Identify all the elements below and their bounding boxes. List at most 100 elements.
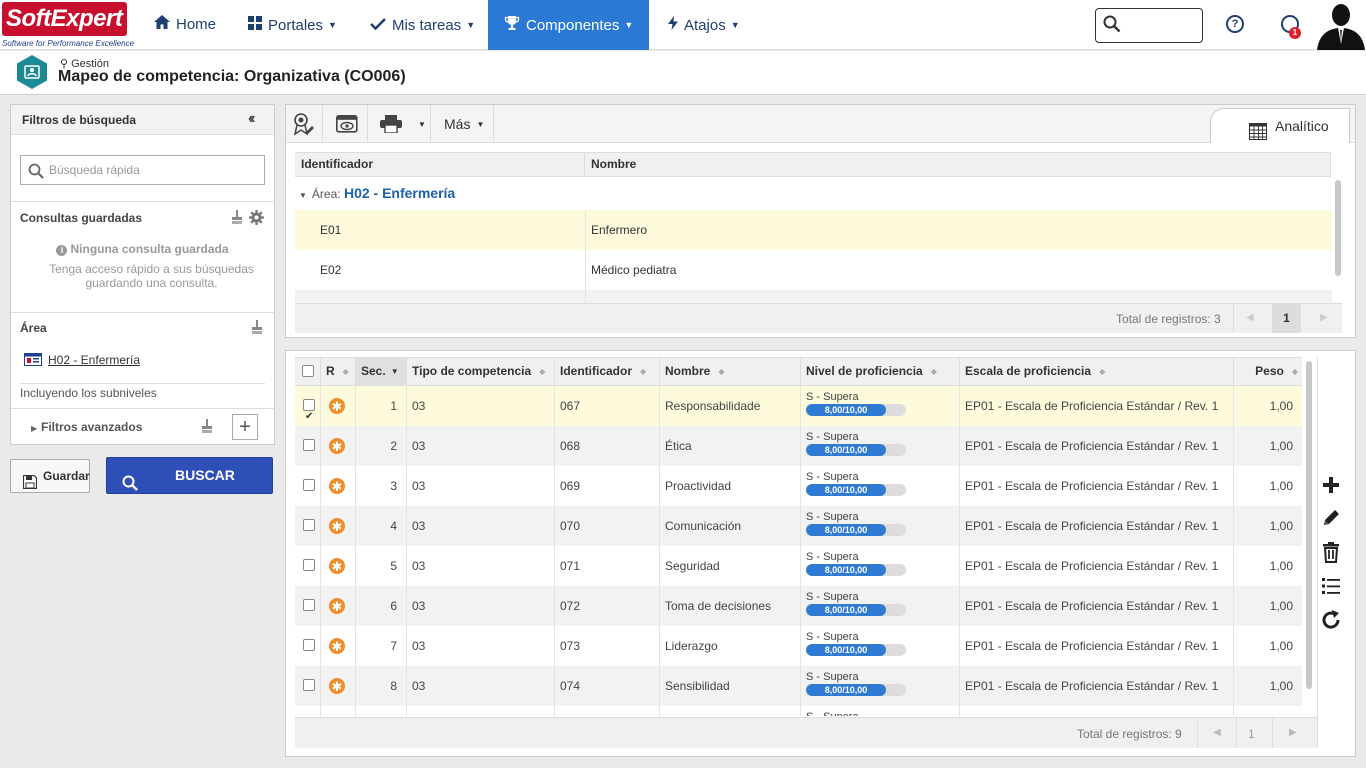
cell-cb <box>295 586 321 626</box>
vertical-scrollbar[interactable] <box>1306 361 1312 689</box>
table-row[interactable]: E01 Enfermero <box>295 210 1332 250</box>
column-header-tipo[interactable]: Tipo de competencia ◆ <box>407 358 555 386</box>
proficiency-score: 8,00/10,00 <box>806 484 886 496</box>
row-checkbox[interactable] <box>303 519 315 531</box>
cell-weight-text: 1,00 <box>1269 519 1293 533</box>
cell-id: 070 <box>555 506 660 546</box>
table-row[interactable]: ✱ 1 03 067 Responsabilidade S - Supera8,00/10… <box>295 386 1302 426</box>
refresh-icon[interactable] <box>1320 609 1342 631</box>
nav-home[interactable]: Home <box>154 0 216 50</box>
table-row[interactable]: E02 Médico pediatra <box>295 250 1332 290</box>
table-row[interactable]: ✱ 3 03 069 Proactividad S - Supera 8,00/10,00 E… <box>295 466 1302 506</box>
row-checkbox[interactable] <box>303 397 315 426</box>
table-row[interactable]: ✱ 4 03 070 Comunicación S - Supera 8,00/10,00 E… <box>295 506 1302 546</box>
home-icon <box>154 0 170 50</box>
row-checkbox[interactable] <box>303 679 315 691</box>
cell-scale-text: EP01 - Escala de Proficiencia Estándar /… <box>965 519 1219 533</box>
cell-weight: 1,00 <box>1234 626 1302 666</box>
nav-portales[interactable]: Portales ▼ <box>248 0 337 50</box>
avatar[interactable] <box>1315 0 1366 50</box>
cell-cb <box>295 466 321 506</box>
column-header-peso[interactable]: Peso ◆ <box>1234 358 1302 386</box>
add-filter-button[interactable]: + <box>232 414 258 440</box>
collapse-panel-icon[interactable]: ‹‹ <box>248 110 255 128</box>
current-page[interactable]: 1 <box>1248 727 1255 741</box>
row-checkbox[interactable] <box>303 479 315 491</box>
area-filter-value[interactable]: H02 - Enfermería <box>24 353 140 367</box>
group-row-area[interactable]: ▼ Área: H02 - Enfermería <box>295 177 1332 210</box>
chevron-right-icon[interactable]: ▶ <box>31 424 37 433</box>
row-checkbox[interactable] <box>303 439 315 451</box>
cell-id-text: 069 <box>560 479 581 493</box>
pager-divider <box>1272 717 1273 748</box>
column-header-nivel[interactable]: Nivel de proficiencia ◆ <box>801 358 960 386</box>
table-row[interactable]: S - Supera <box>295 706 1302 716</box>
row-checkbox[interactable] <box>303 559 315 571</box>
current-page[interactable]: 1 <box>1272 304 1301 333</box>
row-checkbox[interactable] <box>303 639 315 651</box>
column-header-nombre[interactable]: Nombre ◆ <box>660 358 801 386</box>
advanced-filters-toggle[interactable]: Filtros avanzados <box>41 420 142 434</box>
quick-search-input[interactable] <box>49 161 259 179</box>
competences-grid-body: ✱ 1 03 067 Responsabilidade S - Supera 8,00/10… <box>295 386 1302 716</box>
search-button[interactable]: BUSCAR <box>106 457 273 494</box>
vertical-scrollbar[interactable] <box>1335 180 1341 276</box>
cell-id: 073 <box>555 626 660 666</box>
table-row[interactable] <box>295 290 1332 303</box>
table-row[interactable]: ✱ 8 03 074 Sensibilidad S - Supera 8,00/10,00 E… <box>295 666 1302 706</box>
pager-divider <box>1236 717 1237 748</box>
chevron-down-icon: ▼ <box>328 20 337 30</box>
more-menu-button[interactable]: Más ▼ <box>444 116 484 132</box>
prev-page-icon[interactable]: ◀ <box>1213 727 1221 738</box>
column-header-nombre[interactable]: Nombre <box>585 153 1331 177</box>
cell-id: 074 <box>555 666 660 706</box>
edit-pencil-icon[interactable] <box>1320 507 1342 529</box>
column-header-r[interactable]: R ◆ <box>321 358 356 386</box>
global-search-input[interactable] <box>1095 8 1203 43</box>
next-page-icon[interactable]: ▶ <box>1289 727 1297 738</box>
help-icon[interactable]: ? <box>1226 15 1244 33</box>
select-all-checkbox[interactable] <box>302 365 314 377</box>
nav-atajos[interactable]: Atajos ▼ <box>668 0 740 50</box>
column-header-escala[interactable]: Escala de proficiencia ◆ <box>960 358 1234 386</box>
print-icon[interactable] <box>380 115 402 136</box>
cell-weight-text: 1,00 <box>1269 439 1293 453</box>
cell-r: ✱ <box>321 426 356 466</box>
table-row[interactable]: ✱ 5 03 071 Seguridad S - Supera 8,00/10,00 EP01… <box>295 546 1302 586</box>
cell-level: S - Supera <box>801 706 960 716</box>
clear-filter-icon[interactable] <box>201 419 213 436</box>
column-header-identificador[interactable]: Identificador ◆ <box>555 358 660 386</box>
prev-page-icon[interactable]: ◀ <box>1246 312 1254 323</box>
column-header-sec[interactable]: Sec. ▼ <box>356 358 407 386</box>
nav-componentes[interactable]: Componentes ▼ <box>488 0 650 50</box>
competence-icon[interactable] <box>292 112 314 139</box>
cell-id: 067 <box>555 386 660 426</box>
proficiency-progress-bar: 8,00/10,00 <box>806 604 906 616</box>
table-row[interactable]: ✱ 6 03 072 Toma de decisiones S - Supera 8,00/… <box>295 586 1302 626</box>
softexpert-logo[interactable]: SoftExpert Software for Performance Exce… <box>2 2 134 48</box>
gear-icon[interactable] <box>249 210 264 228</box>
cell-type-text: 03 <box>412 559 426 573</box>
view-record-icon[interactable] <box>336 115 358 136</box>
list-icon[interactable] <box>1320 575 1342 597</box>
column-header-identificador[interactable]: Identificador <box>295 153 585 177</box>
chevron-down-icon[interactable]: ▼ <box>418 120 426 129</box>
trash-icon[interactable] <box>1320 541 1342 563</box>
total-records: Total de registros: 3 <box>1116 312 1221 326</box>
collapse-group-icon[interactable]: ▼ <box>299 191 307 200</box>
add-icon[interactable] <box>1320 474 1342 496</box>
tab-analitico[interactable]: Analítico <box>1210 108 1350 143</box>
quick-search-field[interactable] <box>20 155 265 185</box>
cell-type <box>407 706 555 716</box>
nav-atajos-label: Atajos <box>684 17 726 34</box>
save-query-button[interactable]: Guardar <box>10 459 90 493</box>
nav-mis-tareas[interactable]: Mis tareas ▼ <box>370 0 475 50</box>
table-row[interactable]: ✱ 7 03 073 Liderazgo S - Supera 8,00/10,00 EP01… <box>295 626 1302 666</box>
next-page-icon[interactable]: ▶ <box>1320 312 1328 323</box>
row-checkbox[interactable] <box>303 599 315 611</box>
clear-filter-icon[interactable] <box>231 210 243 227</box>
clear-filter-icon[interactable] <box>251 320 263 337</box>
cell-name-text: Responsabilidade <box>665 399 761 413</box>
cell-seq-text: 1 <box>390 399 397 413</box>
table-row[interactable]: ✱ 2 03 068 Ética S - Supera 8,00/10,00 EP01 - E… <box>295 426 1302 466</box>
